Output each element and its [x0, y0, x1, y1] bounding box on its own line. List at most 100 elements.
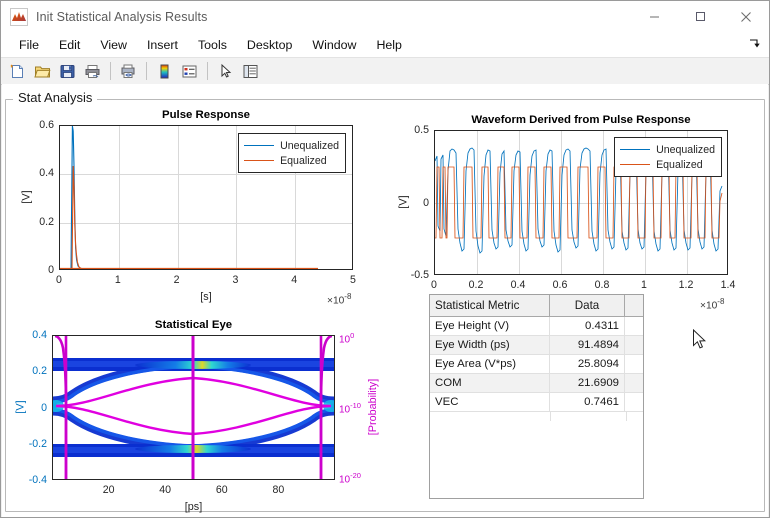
- waveform-xtick-6: 1.2: [678, 279, 694, 291]
- eye-xtick-2: 60: [215, 484, 228, 496]
- property-inspector-icon[interactable]: [238, 60, 262, 82]
- window-title: Init Statistical Analysis Results: [36, 9, 208, 24]
- menu-overflow-arrow-icon[interactable]: [747, 37, 761, 51]
- menu-desktop[interactable]: Desktop: [237, 36, 302, 55]
- waveform-xtick-2: 0.4: [510, 279, 526, 291]
- legend-entry-equalized: Equalized: [620, 157, 715, 172]
- table-header-metric: Statistical Metric: [430, 295, 550, 316]
- menu-view[interactable]: View: [90, 36, 137, 55]
- eye-xtick-0: 20: [102, 484, 115, 496]
- legend-swatch-unequalized: [244, 145, 275, 146]
- new-figure-icon[interactable]: [5, 60, 29, 82]
- eye-ytick-3: 0.2: [32, 365, 47, 378]
- table-row[interactable]: COM 21.6909: [430, 374, 643, 393]
- cell-data: 0.7461: [550, 393, 625, 411]
- waveform-x-exponent-sup: -8: [717, 297, 725, 306]
- window-controls: [631, 1, 769, 32]
- menu-insert[interactable]: Insert: [137, 36, 188, 55]
- pulse-xtick-4: 4: [291, 274, 298, 286]
- maximize-button[interactable]: [677, 1, 723, 32]
- menu-window[interactable]: Window: [302, 36, 366, 55]
- waveform-title: Waveform Derived from Pulse Response: [471, 114, 691, 126]
- eye-right-ytick-0-exponent: 0: [350, 331, 355, 340]
- waveform-legend[interactable]: Unequalized Equalized: [614, 137, 722, 177]
- stat-analysis-panel: Stat Analysis Pulse Response Unequalized…: [5, 87, 765, 513]
- pulse-response-plot-area: Unequalized Equalized: [59, 125, 353, 270]
- menu-file[interactable]: File: [9, 36, 49, 55]
- cell-metric: Eye Width (ps): [430, 336, 550, 354]
- eye-ytick-1: -0.2: [28, 437, 47, 450]
- pulse-xtick-3: 3: [232, 274, 239, 286]
- pulse-ylabel: [V]: [20, 190, 33, 204]
- edit-plot-pointer-icon[interactable]: [213, 60, 237, 82]
- cell-metric: COM: [430, 374, 550, 392]
- cell-data: 0.4311: [550, 317, 625, 335]
- statistical-eye-title: Statistical Eye: [154, 319, 233, 331]
- save-figure-icon[interactable]: [55, 60, 79, 82]
- statistical-eye-density: [53, 336, 334, 479]
- menu-edit[interactable]: Edit: [49, 36, 90, 55]
- table-header-data: Data: [550, 295, 625, 316]
- pulse-ytick-1: 0.2: [39, 215, 54, 228]
- figure-window: Init Statistical Analysis Results File E…: [0, 0, 770, 518]
- waveform-ytick-1: 0: [423, 196, 429, 209]
- legend-label-unequalized: Unequalized: [656, 143, 715, 156]
- eye-right-ytick-2-mantissa: 10: [339, 474, 351, 486]
- waveform-plot-area: Unequalized Equalized: [434, 130, 728, 275]
- eye-right-ytick-1-exponent: -10: [350, 401, 361, 410]
- matlab-membrane-icon: [10, 7, 28, 26]
- menu-tools[interactable]: Tools: [188, 36, 237, 55]
- open-file-icon[interactable]: [30, 60, 54, 82]
- legend-label-equalized: Equalized: [280, 154, 327, 167]
- table-row[interactable]: Eye Area (V*ps) 25.8094: [430, 355, 643, 374]
- insert-colorbar-icon[interactable]: [152, 60, 176, 82]
- eye-xlabel: [ps]: [184, 501, 203, 513]
- legend-swatch-equalized: [244, 160, 275, 161]
- pulse-xtick-1: 1: [114, 274, 121, 286]
- table-row[interactable]: Eye Width (ps) 91.4894: [430, 336, 643, 355]
- cell-data: 91.4894: [550, 336, 625, 354]
- pulse-xtick-2: 2: [173, 274, 180, 286]
- statistical-eye-axes[interactable]: Statistical Eye -0.4 -0.2 0 0.2 0.4 20 4…: [15, 319, 380, 513]
- pulse-ytick-3: 0.6: [39, 119, 54, 131]
- cell-metric: Eye Height (V): [430, 317, 550, 335]
- print-preview-icon[interactable]: [116, 60, 140, 82]
- insert-legend-icon[interactable]: [177, 60, 201, 82]
- table-row[interactable]: VEC 0.7461: [430, 393, 643, 412]
- toolbar-separator-3: [207, 62, 208, 80]
- eye-xtick-3: 80: [272, 484, 285, 496]
- pulse-xtick-0: 0: [56, 274, 62, 286]
- eye-ytick-4: 0.4: [32, 329, 47, 341]
- table-header-row: Statistical Metric Data: [430, 295, 643, 317]
- pulse-response-axes[interactable]: Pulse Response Unequalized Equalized 0 0…: [21, 109, 356, 306]
- legend-entry-unequalized: Unequalized: [620, 142, 715, 157]
- pulse-ytick-2: 0.4: [39, 167, 54, 180]
- close-button[interactable]: [723, 1, 769, 32]
- figure-client-area: Stat Analysis Pulse Response Unequalized…: [2, 84, 768, 517]
- toolbar-separator-1: [110, 62, 111, 80]
- waveform-xtick-4: 0.8: [594, 279, 610, 291]
- statistical-metrics-table[interactable]: Statistical Metric Data Eye Height (V) 0…: [429, 294, 644, 499]
- eye-ytick-0: -0.4: [28, 474, 47, 486]
- menu-help[interactable]: Help: [366, 36, 411, 55]
- waveform-x-exponent: ×10-8: [700, 297, 724, 311]
- toolbar-separator-2: [146, 62, 147, 80]
- cell-metric: Eye Area (V*ps): [430, 355, 550, 373]
- eye-right-ytick-1-mantissa: 10: [339, 404, 351, 416]
- legend-label-equalized: Equalized: [656, 158, 703, 171]
- waveform-xtick-7: 1.4: [720, 279, 736, 291]
- eye-ylabel-left: [V]: [14, 400, 27, 414]
- eye-right-ytick-2-exponent: -20: [350, 471, 361, 480]
- cell-metric: VEC: [430, 393, 550, 411]
- waveform-axes[interactable]: Waveform Derived from Pulse Response Une…: [398, 114, 736, 311]
- pulse-response-legend[interactable]: Unequalized Equalized: [238, 133, 346, 173]
- pulse-x-exponent-base: ×10: [327, 295, 345, 307]
- eye-ytick-2: 0: [41, 401, 47, 414]
- table-row[interactable]: Eye Height (V) 0.4311: [430, 317, 643, 336]
- waveform-xtick-1: 0.2: [468, 279, 484, 291]
- legend-label-unequalized: Unequalized: [280, 139, 339, 152]
- print-figure-icon[interactable]: [80, 60, 104, 82]
- minimize-button[interactable]: [631, 1, 677, 32]
- eye-right-ytick-2: 10-20: [339, 471, 361, 485]
- pulse-ytick-0: 0: [48, 264, 54, 276]
